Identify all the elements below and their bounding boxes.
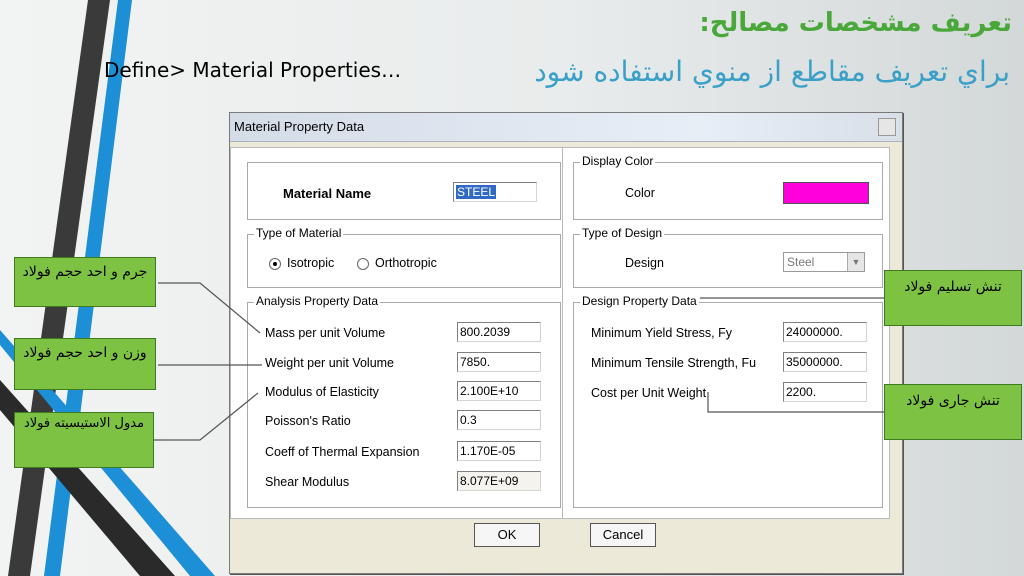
tensile-label: Minimum Tensile Strength, Fu: [591, 356, 757, 370]
thermal-input[interactable]: 1.170E-05: [457, 441, 541, 461]
slide-subtitle: براي تعريف مقاطع از منوي استفاده شود: [534, 55, 1010, 88]
callout-mass: جرم و احد حجم فولاد: [14, 257, 156, 307]
type-of-design-label: Type of Design: [580, 226, 665, 240]
weight-label: Weight per unit Volume: [265, 356, 395, 370]
orthotropic-radio[interactable]: [357, 258, 369, 270]
isotropic-label: Isotropic: [287, 256, 335, 270]
material-name-input[interactable]: STEEL: [453, 182, 537, 202]
color-label: Color: [625, 186, 655, 200]
type-of-material-label: Type of Material: [254, 226, 344, 240]
callout-tensile: تنش جاری فولاد: [884, 384, 1022, 440]
thermal-label: Coeff of Thermal Expansion: [265, 445, 420, 459]
close-button[interactable]: [878, 118, 896, 136]
poisson-label: Poisson's Ratio: [265, 414, 351, 428]
menu-path-text: Define> Material Properties…: [104, 58, 402, 82]
design-select[interactable]: Steel ▼: [783, 252, 865, 272]
poisson-input[interactable]: 0.3: [457, 410, 541, 430]
yield-label: Minimum Yield Stress, Fy: [591, 326, 733, 340]
weight-input[interactable]: 7850.: [457, 352, 541, 372]
material-name-label: Material Name: [283, 186, 372, 201]
design-label: Design: [625, 256, 664, 270]
analysis-property-label: Analysis Property Data: [254, 294, 381, 308]
tensile-input[interactable]: 35000000.: [783, 352, 867, 372]
callout-weight: وزن و احد حجم فولاد: [14, 338, 156, 390]
chevron-down-icon[interactable]: ▼: [847, 253, 864, 271]
yield-input[interactable]: 24000000.: [783, 322, 867, 342]
cost-label: Cost per Unit Weight: [591, 386, 707, 400]
isotropic-radio[interactable]: [269, 258, 281, 270]
left-panel: Material Name STEEL Type of Material Iso…: [230, 147, 574, 519]
cancel-button[interactable]: Cancel: [590, 523, 656, 547]
dialog-title: Material Property Data: [230, 113, 902, 142]
display-color-swatch[interactable]: [783, 182, 869, 204]
slide-title: تعريف مشخصات مصالح:: [699, 8, 1012, 38]
design-property-label: Design Property Data: [580, 294, 699, 308]
shear-input: 8.077E+09: [457, 471, 541, 491]
modulus-input[interactable]: 2.100E+10: [457, 381, 541, 401]
design-select-value: Steel: [787, 255, 815, 269]
right-panel: Display Color Color Type of Design Desig…: [562, 147, 890, 519]
ok-button[interactable]: OK: [474, 523, 540, 547]
mass-label: Mass per unit Volume: [265, 326, 386, 340]
callout-modulus: مدول الاستيسيته فولاد: [14, 412, 154, 468]
material-property-dialog: Material Property Data Material Name STE…: [229, 112, 903, 574]
mass-input[interactable]: 800.2039: [457, 322, 541, 342]
shear-label: Shear Modulus: [265, 475, 350, 489]
callout-yield: تنش تسليم فولاد: [884, 270, 1022, 326]
modulus-label: Modulus of Elasticity: [265, 385, 379, 399]
cost-input[interactable]: 2200.: [783, 382, 867, 402]
orthotropic-label: Orthotropic: [375, 256, 437, 270]
display-color-label: Display Color: [580, 154, 656, 168]
